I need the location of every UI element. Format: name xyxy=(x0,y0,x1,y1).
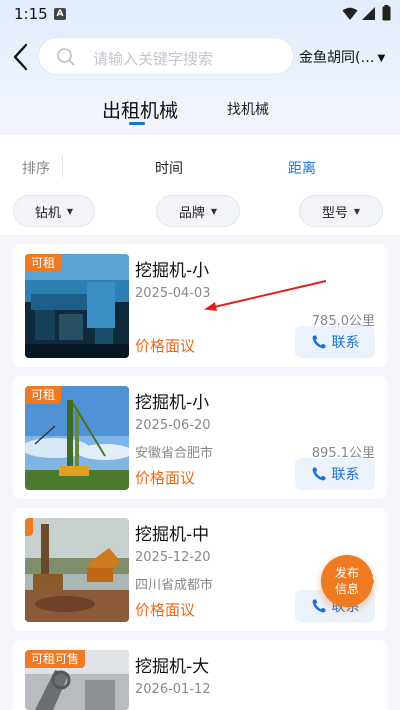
listing-title: 挖掘机-小 xyxy=(135,393,210,413)
sort-divider xyxy=(62,155,63,177)
signal-icon xyxy=(362,7,375,20)
machine-photo: 可租 xyxy=(25,386,129,490)
location-label: 金鱼胡同(… xyxy=(299,50,375,66)
listing-date: 2026-01-12 xyxy=(135,682,211,697)
annotation-arrow-icon xyxy=(204,280,327,311)
status-badge xyxy=(25,518,33,536)
filter-drill-dropdown[interactable]: 钻机 ▼ xyxy=(13,195,95,227)
listing-date: 2025-06-20 xyxy=(135,418,211,433)
search-input[interactable]: 请输入关键字搜索 xyxy=(38,37,294,75)
filter-panel: 排序 时间 距离 钻机 ▼ 品牌 ▼ 型号 ▼ xyxy=(0,135,400,235)
sort-by-distance[interactable]: 距离 xyxy=(288,158,316,178)
listing-card[interactable]: 可租可售 挖掘机-大 2026-01-12 xyxy=(13,640,387,710)
status-time: 1:15 xyxy=(14,5,48,23)
listing-title: 挖掘机-大 xyxy=(135,657,210,677)
sort-by-time[interactable]: 时间 xyxy=(155,158,183,178)
publish-info-button[interactable]: 发布 信息 xyxy=(321,555,373,607)
phone-icon xyxy=(312,467,325,481)
machine-photo: 可租可售 xyxy=(25,650,129,710)
phone-icon xyxy=(312,599,325,613)
status-bar: 1:15 A xyxy=(0,0,400,28)
phone-icon xyxy=(312,335,325,349)
tab-rent-machinery[interactable]: 出租机械 xyxy=(102,96,178,123)
contact-label: 联系 xyxy=(331,335,360,351)
status-badge: 可租可售 xyxy=(25,650,86,668)
tab-find-machinery[interactable]: 找机械 xyxy=(227,99,269,119)
chevron-down-icon: ▼ xyxy=(377,53,386,64)
filter-brand-label: 品牌 xyxy=(178,205,205,221)
publish-label-line1: 发布 xyxy=(334,566,359,580)
contact-label: 联系 xyxy=(331,467,360,483)
search-icon xyxy=(57,48,75,66)
contact-button[interactable]: 联系 xyxy=(295,458,375,490)
notification-icon: A xyxy=(54,8,66,20)
filter-brand-dropdown[interactable]: 品牌 ▼ xyxy=(156,195,240,227)
active-tab-indicator xyxy=(129,122,145,125)
battery-icon xyxy=(382,5,391,21)
wifi-icon xyxy=(342,7,358,20)
machine-photo: 可租 xyxy=(25,254,129,358)
location-selector[interactable]: 金鱼胡同(… ▼ xyxy=(299,47,385,67)
chevron-down-icon: ▼ xyxy=(210,206,218,216)
listing-date: 2025-12-20 xyxy=(135,550,211,565)
chevron-down-icon: ▼ xyxy=(66,206,74,216)
listing-price: 价格面议 xyxy=(135,337,196,355)
listing-title: 挖掘机-中 xyxy=(135,525,210,545)
listing-card[interactable]: 可租 挖掘机-小 2025-06-20 安徽省合肥市 895.1公里 价格面议 … xyxy=(13,376,387,499)
machine-photo xyxy=(25,518,129,622)
listing-price: 价格面议 xyxy=(135,469,196,487)
listing-title: 挖掘机-小 xyxy=(135,261,210,281)
search-placeholder: 请输入关键字搜索 xyxy=(93,50,214,68)
back-arrow-icon[interactable] xyxy=(10,42,32,72)
status-badge: 可租 xyxy=(25,386,62,404)
filter-model-label: 型号 xyxy=(321,205,348,221)
filter-drill-label: 钻机 xyxy=(34,205,61,221)
status-badge: 可租 xyxy=(25,254,62,272)
filter-model-dropdown[interactable]: 型号 ▼ xyxy=(299,195,383,227)
publish-label-line2: 信息 xyxy=(334,582,359,596)
chevron-down-icon: ▼ xyxy=(353,206,361,216)
listing-price: 价格面议 xyxy=(135,601,196,619)
sort-label: 排序 xyxy=(22,161,50,177)
contact-button[interactable]: 联系 xyxy=(295,326,375,358)
listing-location: 安徽省合肥市 xyxy=(135,446,214,461)
listing-location: 四川省成都市 xyxy=(135,578,214,593)
